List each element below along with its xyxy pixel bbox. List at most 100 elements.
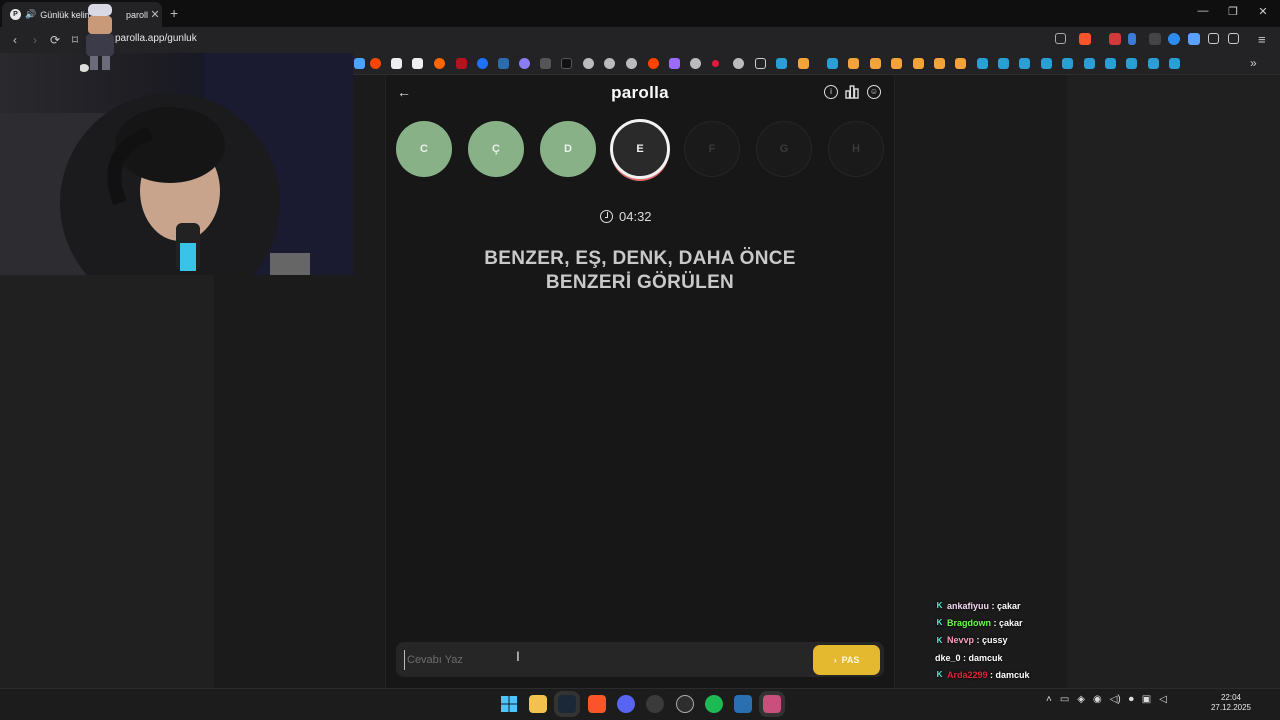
bookmark-icon[interactable]: [870, 58, 881, 69]
bookmark-icon[interactable]: [434, 58, 445, 69]
bookmark-icon[interactable]: [412, 58, 423, 69]
steam-bookmark-icon[interactable]: [1019, 58, 1030, 69]
share-icon[interactable]: [1055, 33, 1066, 44]
volume-icon[interactable]: ◁): [1110, 694, 1121, 705]
bookmark-icon[interactable]: [456, 58, 467, 69]
discord-icon[interactable]: [617, 695, 635, 713]
vpn-icon[interactable]: ◈: [1077, 694, 1085, 705]
bookmark-icon[interactable]: [477, 58, 488, 69]
steam-bookmark-icon[interactable]: [1148, 58, 1159, 69]
bookmark-icon[interactable]: [498, 58, 509, 69]
network-icon[interactable]: ▣: [1142, 694, 1151, 705]
steam-bookmark-icon[interactable]: [1084, 58, 1095, 69]
chat-badge-icon: K: [936, 601, 943, 611]
letter-circle-g: G: [756, 121, 812, 177]
more-bookmarks-icon[interactable]: »: [1250, 56, 1257, 70]
bookmark-icon[interactable]: [891, 58, 902, 69]
letter-circle-d: D: [540, 121, 596, 177]
system-tray: ˄ ▭ ◈ ◉ ◁) ⏺ ▣ ◁: [1046, 694, 1167, 705]
stats-icon[interactable]: [845, 85, 859, 99]
menu-icon[interactable]: ≡: [1258, 32, 1266, 47]
maps-icon[interactable]: [763, 695, 781, 713]
brave-icon[interactable]: [588, 695, 606, 713]
bookmark-icon[interactable]: [955, 58, 966, 69]
chat-text: çussy: [982, 635, 1008, 646]
reload-icon[interactable]: ⟳: [45, 33, 65, 47]
steam-bookmark-icon[interactable]: [1041, 58, 1052, 69]
steam-bookmark-icon[interactable]: [1062, 58, 1073, 69]
steam-bookmark-icon[interactable]: [977, 58, 988, 69]
steam-icon[interactable]: [558, 695, 576, 713]
right-gutter: [1067, 75, 1280, 688]
brave-shields-icon[interactable]: [1079, 33, 1091, 45]
globe-bookmark-icon[interactable]: [626, 58, 637, 69]
globe-bookmark-icon[interactable]: [690, 58, 701, 69]
reddit-bookmark-icon[interactable]: [370, 58, 381, 69]
close-window-button[interactable]: ✕: [1248, 5, 1278, 18]
obs-icon[interactable]: [646, 695, 664, 713]
bookmark-icon[interactable]: [519, 58, 530, 69]
pass-button[interactable]: › PAS: [813, 645, 880, 675]
bookmark-icon[interactable]: [913, 58, 924, 69]
windows-start-icon[interactable]: [500, 695, 518, 713]
bookmark-icon[interactable]: [354, 58, 365, 69]
extension-icon[interactable]: [1149, 33, 1161, 45]
steam-bookmark-icon[interactable]: [998, 58, 1009, 69]
bookmark-icon[interactable]: [733, 58, 744, 69]
steam-bookmark-icon[interactable]: [1169, 58, 1180, 69]
minimize-button[interactable]: —: [1188, 5, 1218, 17]
bookmark-icon[interactable]: [934, 58, 945, 69]
extension-icon[interactable]: [1188, 33, 1200, 45]
control-panel-icon[interactable]: [734, 695, 752, 713]
file-explorer-icon[interactable]: [529, 695, 547, 713]
bookmark-icon[interactable]: [540, 58, 551, 69]
battery-icon[interactable]: ▭: [1060, 694, 1069, 705]
steam-bookmark-icon[interactable]: [1126, 58, 1137, 69]
system-clock[interactable]: 22:04 27.12.2025: [1208, 693, 1254, 713]
steam-bookmark-icon[interactable]: [827, 58, 838, 69]
folder-bookmark-icon[interactable]: [755, 58, 766, 69]
profile-icon[interactable]: ☺: [867, 85, 881, 99]
spotify-icon[interactable]: [705, 695, 723, 713]
steam-bookmark-icon[interactable]: [776, 58, 787, 69]
new-tab-button[interactable]: +: [170, 5, 178, 21]
extensions-puzzle-icon[interactable]: [1208, 33, 1219, 44]
bookmark-icon[interactable]: [391, 58, 402, 69]
globe-bookmark-icon[interactable]: [604, 58, 615, 69]
answer-input[interactable]: [404, 650, 804, 670]
steam-tray-icon[interactable]: ◉: [1093, 694, 1102, 705]
chat-username[interactable]: Arda2299: [947, 670, 988, 680]
extension-icon[interactable]: [1168, 33, 1180, 45]
app-logo[interactable]: parolla: [560, 83, 720, 103]
microphone-icon[interactable]: ⏺: [1129, 694, 1134, 705]
chat-badge-icon: K: [936, 635, 943, 645]
chevron-up-icon[interactable]: ˄: [1046, 694, 1052, 705]
extension-icon[interactable]: [1128, 33, 1136, 45]
url-field[interactable]: parolla.app/gunluk: [115, 33, 197, 44]
back-nav-icon[interactable]: ‹: [5, 33, 25, 47]
chatgpt-icon[interactable]: [676, 695, 694, 713]
bookmark-icon[interactable]: [848, 58, 859, 69]
sidebar-icon[interactable]: [1228, 33, 1239, 44]
close-tab-icon[interactable]: ✕: [148, 8, 162, 21]
reddit-bookmark-icon[interactable]: [648, 58, 659, 69]
bookmark-icon[interactable]: [669, 58, 680, 69]
chat-username[interactable]: ankafiyuu: [947, 601, 989, 611]
bookmark-icon[interactable]: [561, 58, 572, 69]
chat-username[interactable]: Nevvp: [947, 635, 974, 645]
chat-username[interactable]: Bragdown: [947, 618, 991, 628]
steam-bookmark-icon[interactable]: [1105, 58, 1116, 69]
browser-tab-strip: [0, 0, 1280, 27]
chat-username[interactable]: dke_0: [935, 653, 961, 663]
globe-bookmark-icon[interactable]: [583, 58, 594, 69]
speaker-icon[interactable]: ◁: [1159, 694, 1167, 705]
bookmark-icon[interactable]: [712, 60, 719, 67]
extension-icon[interactable]: [1109, 33, 1121, 45]
restore-button[interactable]: ❐: [1218, 5, 1248, 18]
bookmark-icon[interactable]: [798, 58, 809, 69]
back-arrow-icon[interactable]: ←: [397, 84, 411, 100]
forward-nav-icon[interactable]: ›: [25, 33, 45, 47]
audio-playing-icon[interactable]: 🔊: [25, 9, 36, 20]
info-icon[interactable]: i: [824, 85, 838, 99]
chat-badge-icon: K: [936, 670, 943, 680]
